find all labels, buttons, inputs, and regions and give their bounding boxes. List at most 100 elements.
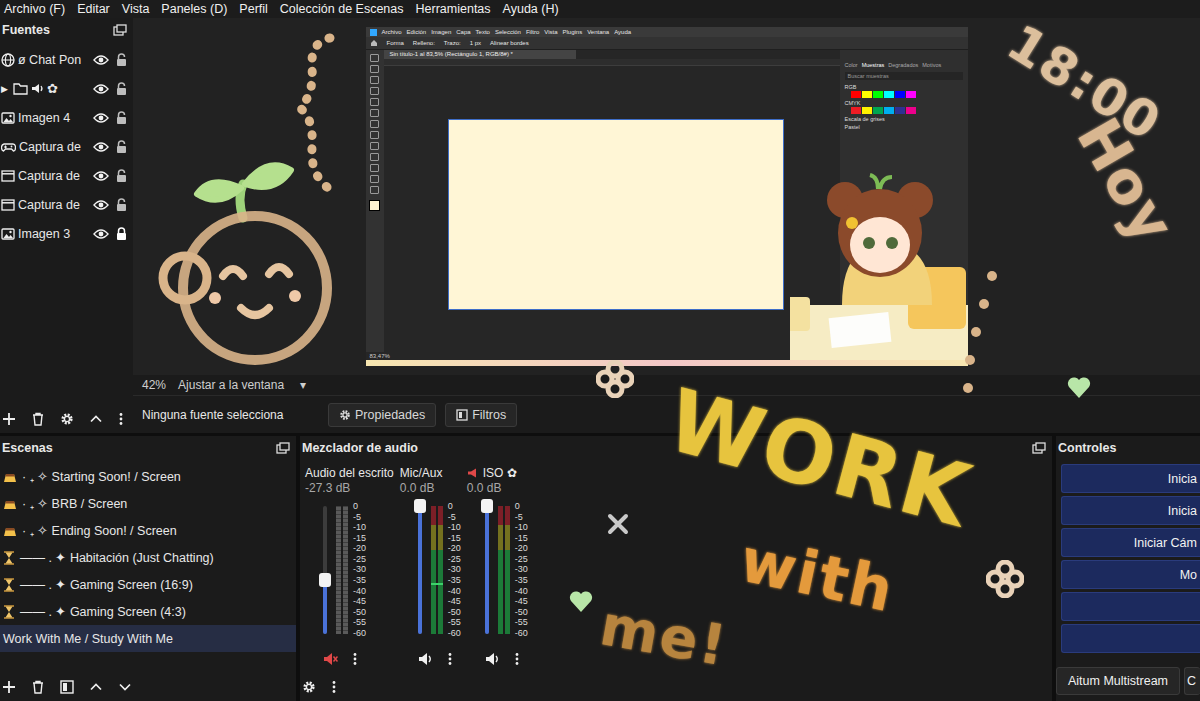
- ps-swatch-group[interactable]: Pastel: [845, 124, 963, 130]
- ps-panel-tab[interactable]: Motivos: [922, 62, 941, 70]
- menu-item[interactable]: Ayuda (H): [501, 2, 566, 16]
- trash-icon[interactable]: [31, 412, 45, 426]
- lock-icon[interactable]: [116, 140, 127, 154]
- ps-swatch[interactable]: [873, 91, 883, 98]
- menu-item[interactable]: Colección de Escenas: [278, 2, 411, 16]
- control-footer-button[interactable]: C: [1184, 667, 1200, 695]
- control-button[interactable]: Mo: [1061, 560, 1200, 589]
- source-item[interactable]: Captura de: [0, 190, 133, 219]
- more-icon[interactable]: [331, 680, 337, 694]
- context-button[interactable]: Propiedades: [328, 403, 436, 427]
- more-icon[interactable]: [118, 412, 124, 426]
- ps-menu-item[interactable]: Filtro: [526, 29, 539, 35]
- ps-swatch[interactable]: [873, 107, 883, 114]
- ps-swatch[interactable]: [884, 91, 894, 98]
- lock-icon[interactable]: [116, 169, 127, 183]
- ps-option[interactable]: 1 px: [470, 40, 481, 46]
- scene-item[interactable]: · ₊ ✧ BRB / Screen: [0, 490, 296, 517]
- ps-swatch[interactable]: [862, 91, 872, 98]
- eye-icon[interactable]: [93, 170, 109, 182]
- scene-item[interactable]: · ₊ ✧ Starting Soon! / Screen: [0, 463, 296, 490]
- lock-icon[interactable]: [116, 111, 127, 125]
- eye-icon[interactable]: [93, 199, 109, 211]
- ps-option[interactable]: Trazo:: [444, 40, 461, 46]
- ps-tool-icon[interactable]: [370, 153, 379, 161]
- ps-swatch[interactable]: [851, 91, 861, 98]
- ps-tool-icon[interactable]: [370, 65, 379, 73]
- source-item[interactable]: ø Chat Pon: [0, 45, 133, 74]
- down-icon[interactable]: [118, 680, 132, 694]
- control-button[interactable]: Iniciar Cám: [1061, 528, 1200, 557]
- mute-icon[interactable]: [323, 652, 338, 666]
- ps-tool-icon[interactable]: [370, 175, 379, 183]
- ps-tool-icon[interactable]: [370, 120, 379, 128]
- ps-menu-item[interactable]: Ayuda: [614, 29, 631, 35]
- scene-item[interactable]: · ₊ ✧ Ending Soon! / Screen: [0, 517, 296, 544]
- lock-icon[interactable]: [116, 82, 127, 96]
- ps-swatch[interactable]: [851, 107, 861, 114]
- ps-tool-icon[interactable]: [370, 87, 379, 95]
- menu-item[interactable]: Archivo (F): [2, 2, 72, 16]
- ps-tool-icon[interactable]: [370, 186, 379, 194]
- undock-icon[interactable]: [1032, 442, 1046, 454]
- ps-swatch-group[interactable]: RGB: [845, 84, 963, 98]
- menu-item[interactable]: Vista: [120, 2, 157, 16]
- gear-icon[interactable]: [60, 412, 74, 426]
- plus-icon[interactable]: [2, 680, 16, 694]
- ps-option[interactable]: Relleno:: [413, 40, 435, 46]
- menu-item[interactable]: Editar: [75, 2, 117, 16]
- source-item[interactable]: Captura de: [0, 132, 133, 161]
- lock-icon[interactable]: [116, 53, 127, 67]
- ps-swatch[interactable]: [906, 91, 916, 98]
- control-button[interactable]: Inicia: [1061, 496, 1200, 525]
- control-button[interactable]: [1061, 624, 1200, 653]
- ps-menu-item[interactable]: Capa: [456, 29, 470, 35]
- control-footer-button[interactable]: Aitum Multistream: [1056, 667, 1180, 695]
- mute-icon[interactable]: [485, 652, 500, 666]
- ps-swatch[interactable]: [895, 107, 905, 114]
- ps-tool-icon[interactable]: [370, 164, 379, 172]
- ps-option[interactable]: Alinear bordes: [490, 40, 529, 46]
- ps-panel-tab[interactable]: Degradados: [888, 62, 918, 70]
- up-icon[interactable]: [89, 412, 103, 426]
- volume-slider[interactable]: [319, 506, 331, 634]
- ps-menu-item[interactable]: Edición: [407, 29, 427, 35]
- ps-menu-item[interactable]: Texto: [476, 29, 490, 35]
- eye-icon[interactable]: [93, 112, 109, 124]
- scene-item[interactable]: —— . ✦ Habitación (Just Chatting): [0, 544, 296, 571]
- trash-icon[interactable]: [31, 680, 45, 694]
- ps-rectangle-shape[interactable]: [448, 119, 784, 310]
- source-item[interactable]: ▶✿: [0, 74, 133, 103]
- gear-icon[interactable]: [302, 680, 316, 694]
- ps-swatch-group[interactable]: CMYK: [845, 100, 963, 114]
- control-button[interactable]: [1061, 592, 1200, 621]
- ps-tool-icon[interactable]: [370, 131, 379, 139]
- ps-panel-tab[interactable]: Muestras: [862, 62, 885, 70]
- ps-menu-item[interactable]: Vista: [544, 29, 557, 35]
- more-icon[interactable]: [514, 652, 520, 666]
- ps-swatch[interactable]: [884, 107, 894, 114]
- ps-swatch[interactable]: [906, 107, 916, 114]
- slider-knob[interactable]: [414, 499, 426, 513]
- ps-menu-item[interactable]: Selección: [495, 29, 521, 35]
- ps-menu-item[interactable]: Archivo: [382, 29, 402, 35]
- volume-slider[interactable]: [414, 506, 426, 634]
- ps-menu-item[interactable]: Ventana: [587, 29, 609, 35]
- control-button[interactable]: Inicia: [1061, 464, 1200, 493]
- context-button[interactable]: Filtros: [445, 403, 517, 427]
- more-icon[interactable]: [352, 652, 358, 666]
- menu-item[interactable]: Herramientas: [414, 2, 498, 16]
- plus-icon[interactable]: [2, 412, 16, 426]
- lock-icon[interactable]: [116, 198, 127, 212]
- ps-option[interactable]: Forma: [387, 40, 404, 46]
- ps-menu-item[interactable]: Plugins: [563, 29, 583, 35]
- eye-icon[interactable]: [93, 54, 109, 66]
- source-item[interactable]: Imagen 3: [0, 219, 133, 248]
- zoom-select[interactable]: Ajustar a la ventana▾: [178, 378, 306, 392]
- ps-tool-icon[interactable]: [370, 54, 379, 62]
- eye-icon[interactable]: [93, 228, 109, 240]
- lock-icon[interactable]: [116, 227, 127, 241]
- scene-item[interactable]: —— . ✦ Gaming Screen (16:9): [0, 571, 296, 598]
- ps-color-icon[interactable]: [369, 200, 380, 211]
- ps-search-field[interactable]: Buscar muestras: [845, 72, 963, 80]
